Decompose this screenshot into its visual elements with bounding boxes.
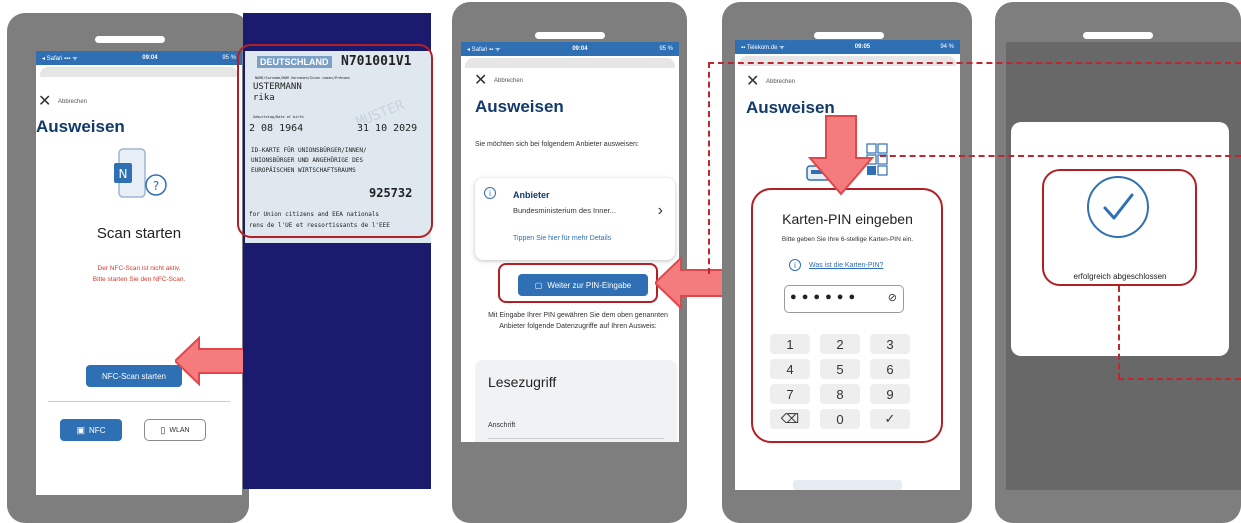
- consent-text: Mit Eingabe Ihrer PIN gewähren Sie dem o…: [488, 312, 668, 330]
- status-time: 09:04: [572, 46, 588, 52]
- nfc-scan-start-button[interactable]: NFC-Scan starten: [86, 365, 182, 387]
- sheet-handle: [465, 58, 675, 68]
- page-title: Ausweisen: [475, 97, 564, 116]
- cancel-label[interactable]: Abbrechen: [58, 99, 87, 105]
- read-access-section: Lesezugriff Anschrift: [475, 360, 677, 442]
- provider-name: Bundesministerium des Inner...: [513, 206, 616, 215]
- nfc-error-line-1: Der NFC-Scan ist nicht aktiv.: [97, 265, 181, 272]
- field-label: Anschrift: [488, 422, 516, 429]
- phone-speaker: [535, 32, 605, 39]
- phone-speaker: [814, 32, 884, 39]
- details-link[interactable]: Tippen Sie hier für mehr Details: [513, 235, 611, 242]
- status-bar: ◂ Safari ▪▪ ᯤ 09:04 95 %: [461, 42, 679, 56]
- bottom-bar: [793, 480, 902, 490]
- pin-entry-callout: [751, 188, 943, 443]
- pin-button-callout: [498, 263, 658, 303]
- wlan-mode-button[interactable]: ▯ WLAN: [144, 419, 206, 441]
- connector-mid-horizontal: [880, 155, 1241, 157]
- phone-speaker: [1083, 32, 1153, 39]
- provider-label: Anbieter: [513, 190, 550, 200]
- wlan-mode-label: WLAN: [169, 426, 190, 434]
- status-battery: 95 %: [222, 55, 236, 61]
- status-time: 09:04: [142, 55, 158, 61]
- connector-bottom-horizontal: [1118, 378, 1241, 380]
- id-card-callout: [237, 44, 433, 238]
- section-title: Lesezugriff: [488, 374, 557, 390]
- nfc-phone-icon: N ?: [111, 147, 171, 207]
- page-title: Ausweisen: [36, 117, 125, 136]
- divider: [48, 401, 230, 402]
- connector-left-vertical: [708, 62, 710, 274]
- screen-scan: ◂ Safari ▪▪▪ ᯤ 09:04 95 % ✕ Abbrechen Au…: [36, 51, 242, 495]
- nfc-mode-label: NFC: [89, 425, 106, 435]
- phone-icon: ▯: [160, 424, 166, 435]
- intro-text: Sie möchten sich bei folgendem Anbieter …: [475, 141, 639, 148]
- connector-top-horizontal: [708, 62, 1241, 64]
- svg-text:N: N: [119, 167, 128, 181]
- arrow-pointer-down: [808, 115, 874, 196]
- phone-speaker: [95, 36, 165, 43]
- phone-frame-1: ◂ Safari ▪▪▪ ᯤ 09:04 95 % ✕ Abbrechen Au…: [7, 13, 249, 523]
- success-callout: [1042, 169, 1197, 286]
- sheet-handle: [40, 67, 238, 77]
- nfc-error-line-2: Bitte starten Sie den NFC-Scan.: [92, 276, 186, 283]
- cancel-label[interactable]: Abbrechen: [494, 78, 523, 84]
- status-battery: 95 %: [659, 46, 673, 52]
- close-icon[interactable]: ✕: [38, 94, 51, 110]
- chevron-right-icon: ›: [657, 202, 663, 219]
- screen-provider: ◂ Safari ▪▪ ᯤ 09:04 95 % ✕ Abbrechen Aus…: [461, 42, 679, 442]
- status-bar: ◂ Safari ▪▪▪ ᯤ 09:04 95 %: [36, 51, 242, 65]
- svg-text:?: ?: [153, 179, 159, 193]
- nfc-mode-button[interactable]: ▣ NFC: [60, 419, 122, 441]
- divider: [488, 438, 664, 439]
- status-carrier: ◂ Safari ▪▪ ᯤ: [467, 47, 501, 53]
- connector-success-vertical: [1118, 286, 1120, 379]
- close-icon[interactable]: ✕: [474, 73, 487, 89]
- status-carrier: ◂ Safari ▪▪▪ ᯤ: [42, 56, 78, 62]
- nfc-icon: ▣: [76, 424, 86, 435]
- provider-card[interactable]: i Anbieter Bundesministerium des Inner..…: [475, 178, 675, 260]
- info-icon: i: [484, 187, 496, 199]
- scan-heading: Scan starten: [96, 225, 182, 242]
